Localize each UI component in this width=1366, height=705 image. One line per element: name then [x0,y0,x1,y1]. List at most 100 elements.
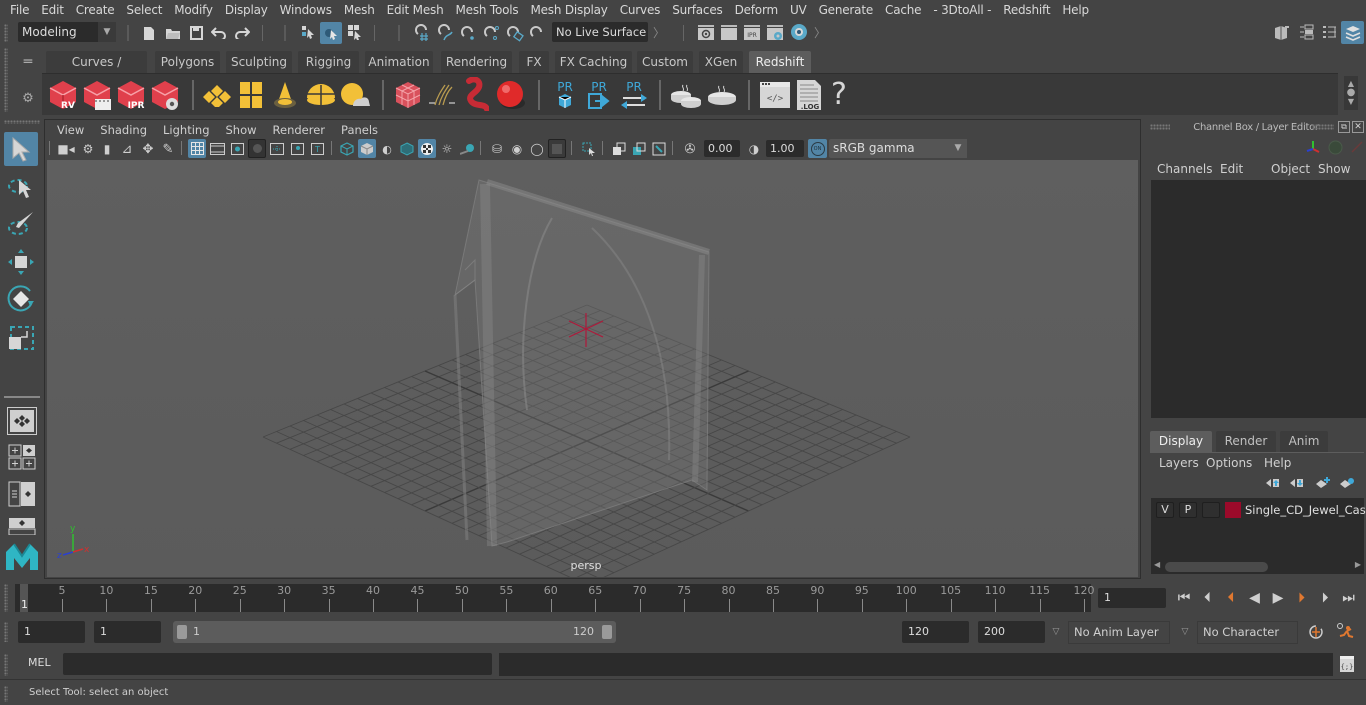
viewport-menu-panels[interactable]: Panels [333,123,386,137]
move-layer-up-icon[interactable] [1264,476,1282,490]
lasso-tool-icon[interactable] [4,172,38,204]
redshift-pr-swap-icon[interactable]: PR [618,76,650,114]
range-end-handle[interactable] [602,625,612,639]
shelf-tab-rendering[interactable]: Rendering [441,51,512,73]
menu-generate[interactable]: Generate [813,3,879,17]
viewport-menu-lighting[interactable]: Lighting [155,123,217,137]
single-perspective-layout-icon[interactable] [7,407,37,435]
redshift-ies-light-icon[interactable] [270,80,300,110]
screen-space-ao-icon[interactable]: ⛁ [488,140,506,158]
save-scene-icon[interactable] [187,23,205,43]
move-layer-down-icon[interactable] [1288,476,1306,490]
step-back-key-icon[interactable]: ⏴ [1221,588,1241,608]
safe-action-icon[interactable] [288,140,306,158]
create-empty-layer-icon[interactable] [1314,476,1332,490]
move-tool-icon[interactable] [4,246,38,278]
auto-keyframe-toggle-icon[interactable] [1306,622,1326,642]
select-by-object-icon[interactable] [320,22,342,44]
use-all-lights-icon[interactable]: ☼ [438,140,456,158]
layer-name[interactable]: Single_CD_Jewel_Case [1245,501,1366,519]
layer-tab-anim[interactable]: Anim [1280,431,1328,452]
step-forward-icon[interactable]: ⏵ [1315,588,1335,608]
wireframe-icon[interactable] [338,140,356,158]
redshift-volume-icon[interactable] [392,78,424,112]
workspace-mode-dropdown[interactable]: Modeling ▼ [18,22,116,42]
camera-attributes-icon[interactable]: ⚙ [79,140,97,158]
shelf-handle[interactable] [4,48,8,112]
menu-windows[interactable]: Windows [274,3,338,17]
menu-surfaces[interactable]: Surfaces [666,3,728,17]
animation-start-field[interactable]: 1 [18,621,85,643]
menu-uv[interactable]: UV [784,3,813,17]
redshift-dome-light-icon[interactable] [304,80,338,110]
redshift-bake-set-icon[interactable] [668,80,704,110]
menu-edit-mesh[interactable]: Edit Mesh [381,3,450,17]
exposure-field[interactable]: 0.00 [704,140,740,157]
live-surface-field[interactable]: No Live Surface [552,22,648,42]
ipr-render-icon[interactable]: IPR [742,22,762,42]
redshift-hair-icon[interactable] [426,80,458,110]
command-input[interactable] [63,653,492,675]
render-settings-icon[interactable] [765,22,785,42]
step-forward-key-icon[interactable]: ⏵ [1292,588,1312,608]
menu-edit[interactable]: Edit [35,3,69,17]
range-slider-handle[interactable] [4,622,8,642]
help-line-handle[interactable] [4,686,8,702]
anim-layer-field[interactable]: No Anim Layer [1068,621,1170,644]
viewport-menu-renderer[interactable]: Renderer [265,123,334,137]
film-gate-icon[interactable] [208,140,226,158]
speed-time-icon[interactable] [1326,138,1344,156]
redshift-batch-render-icon[interactable] [80,78,114,112]
shelf-tab-animation[interactable]: Animation [365,51,433,73]
shelf-tabs-menu-icon[interactable]: ═ [20,52,36,72]
shelf-tab-xgen[interactable]: XGen [699,51,743,73]
channel-box-menu-object[interactable]: Object [1271,162,1310,176]
shelf-tab-fx[interactable]: FX [519,51,549,73]
anim-layer-dropdown-arrow-icon[interactable]: ▽ [1049,623,1063,641]
playback-end-field[interactable]: 120 [902,621,969,643]
viewport-menu-view[interactable]: View [49,123,92,137]
create-layer-from-selected-icon[interactable] [1338,476,1356,490]
layer-list-hscrollbar[interactable]: ◀ ▶ [1151,560,1364,574]
channel-box-menu-show[interactable]: Show [1318,162,1350,176]
shadows-icon[interactable] [458,140,476,158]
redshift-ipr-icon[interactable]: IPR [114,78,148,112]
redshift-pr-object-icon[interactable]: PR [550,76,580,114]
redshift-mesh-proxy-icon[interactable] [460,76,492,112]
menu-redshift[interactable]: Redshift [997,3,1056,17]
character-set-dropdown-arrow-icon[interactable]: ▽ [1178,623,1192,641]
range-start-handle[interactable] [177,625,187,639]
redshift-script-editor-icon[interactable]: </> [758,80,792,110]
open-scene-icon[interactable] [163,23,183,43]
hyperbolic-icon[interactable] [1348,138,1366,156]
layer-tab-render[interactable]: Render [1216,431,1276,452]
viewport-menu-shading[interactable]: Shading [92,123,155,137]
multisample-aa-icon[interactable]: ◯ [528,140,546,158]
channel-box-menu-edit[interactable]: Edit [1220,162,1243,176]
shelf-tab-curves-surfaces[interactable]: Curves / Surfaces [46,51,147,91]
shelf-tab-polygons[interactable]: Polygons [155,51,220,73]
scroll-right-icon[interactable]: ▶ [1355,560,1361,569]
textured-icon[interactable] [418,139,436,158]
two-d-pan-zoom-icon[interactable]: ✥ [139,140,157,158]
grease-pencil-icon[interactable]: ✎ [159,140,177,158]
menu-file[interactable]: File [4,3,35,17]
redshift-render-view-icon[interactable]: RV [46,78,80,112]
exposure-icon[interactable]: ✇ [681,140,699,158]
depth-of-field-icon[interactable] [548,139,566,158]
animation-preferences-icon[interactable] [1334,621,1356,643]
select-by-component-icon[interactable] [345,22,365,42]
new-scene-icon[interactable] [140,23,158,43]
select-by-hierarchy-icon[interactable] [298,22,318,42]
wireframe-on-shaded-icon[interactable] [398,140,416,158]
go-to-start-icon[interactable]: ⏮ [1174,588,1194,608]
render-view-icon[interactable] [696,22,716,42]
scrollbar-thumb[interactable] [1165,562,1268,572]
menu-select[interactable]: Select [120,3,168,17]
menu-3dtoall[interactable]: - 3DtoAll - [927,3,997,17]
color-space-dropdown[interactable]: sRGB gamma ▼ [829,139,967,158]
modeling-toolkit-icon[interactable] [1272,22,1292,42]
menu-help[interactable]: Help [1056,3,1095,17]
rotate-tool-icon[interactable] [4,282,38,316]
shelf-tab-redshift[interactable]: Redshift [749,51,811,73]
